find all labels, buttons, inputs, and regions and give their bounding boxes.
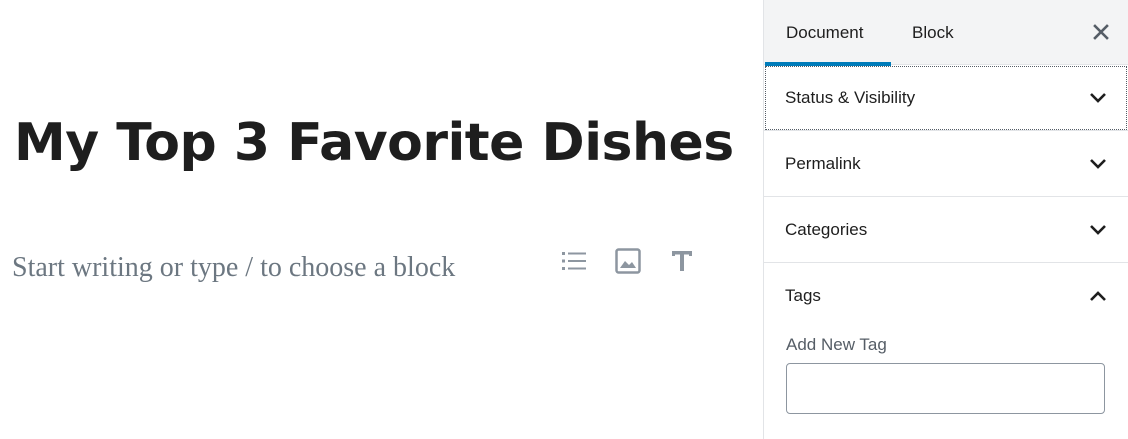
default-block-appender[interactable]: Start writing or type / to choose a bloc…: [12, 248, 455, 288]
image-icon: [615, 248, 641, 274]
panel-title: Permalink: [785, 153, 861, 173]
panel-permalink: Permalink: [764, 131, 1128, 197]
tab-block[interactable]: Block: [891, 0, 975, 65]
post-title[interactable]: My Top 3 Favorite Dishes: [14, 112, 734, 174]
panel-status-visibility: Status & Visibility: [764, 65, 1128, 131]
sidebar-header: Document Block: [764, 0, 1128, 66]
list-icon: [562, 252, 586, 270]
close-sidebar-button[interactable]: [1088, 19, 1114, 45]
panel-title: Status & Visibility: [785, 87, 916, 107]
inserter-shortcuts: [552, 241, 704, 281]
add-new-tag-input[interactable]: [786, 363, 1105, 414]
tab-document[interactable]: Document: [765, 0, 891, 66]
add-list-block-button[interactable]: [552, 241, 596, 281]
close-icon: [1093, 24, 1109, 40]
panel-title: Tags: [785, 285, 821, 305]
add-heading-block-button[interactable]: [660, 241, 704, 281]
panel-toggle-tags[interactable]: Tags: [764, 263, 1128, 328]
panel-toggle-permalink[interactable]: Permalink: [764, 131, 1128, 196]
add-new-tag-label: Add New Tag: [786, 335, 887, 354]
settings-sidebar: Document Block Status & Visibility Perma…: [763, 0, 1128, 439]
panel-toggle-categories[interactable]: Categories: [764, 197, 1128, 262]
chevron-up-icon: [1086, 284, 1110, 308]
panel-tags: Tags Add New Tag: [764, 263, 1128, 439]
panel-toggle-status-visibility[interactable]: Status & Visibility: [764, 65, 1128, 130]
editor-canvas: My Top 3 Favorite Dishes Start writing o…: [0, 0, 763, 439]
tags-body: Add New Tag: [786, 335, 1106, 414]
panel-categories: Categories: [764, 197, 1128, 263]
chevron-down-icon: [1086, 218, 1110, 242]
block-editor: My Top 3 Favorite Dishes Start writing o…: [0, 0, 1128, 439]
heading-icon: [672, 251, 692, 271]
chevron-down-icon: [1086, 152, 1110, 176]
panel-title: Categories: [785, 219, 868, 239]
chevron-down-icon: [1086, 86, 1110, 110]
add-image-block-button[interactable]: [606, 241, 650, 281]
